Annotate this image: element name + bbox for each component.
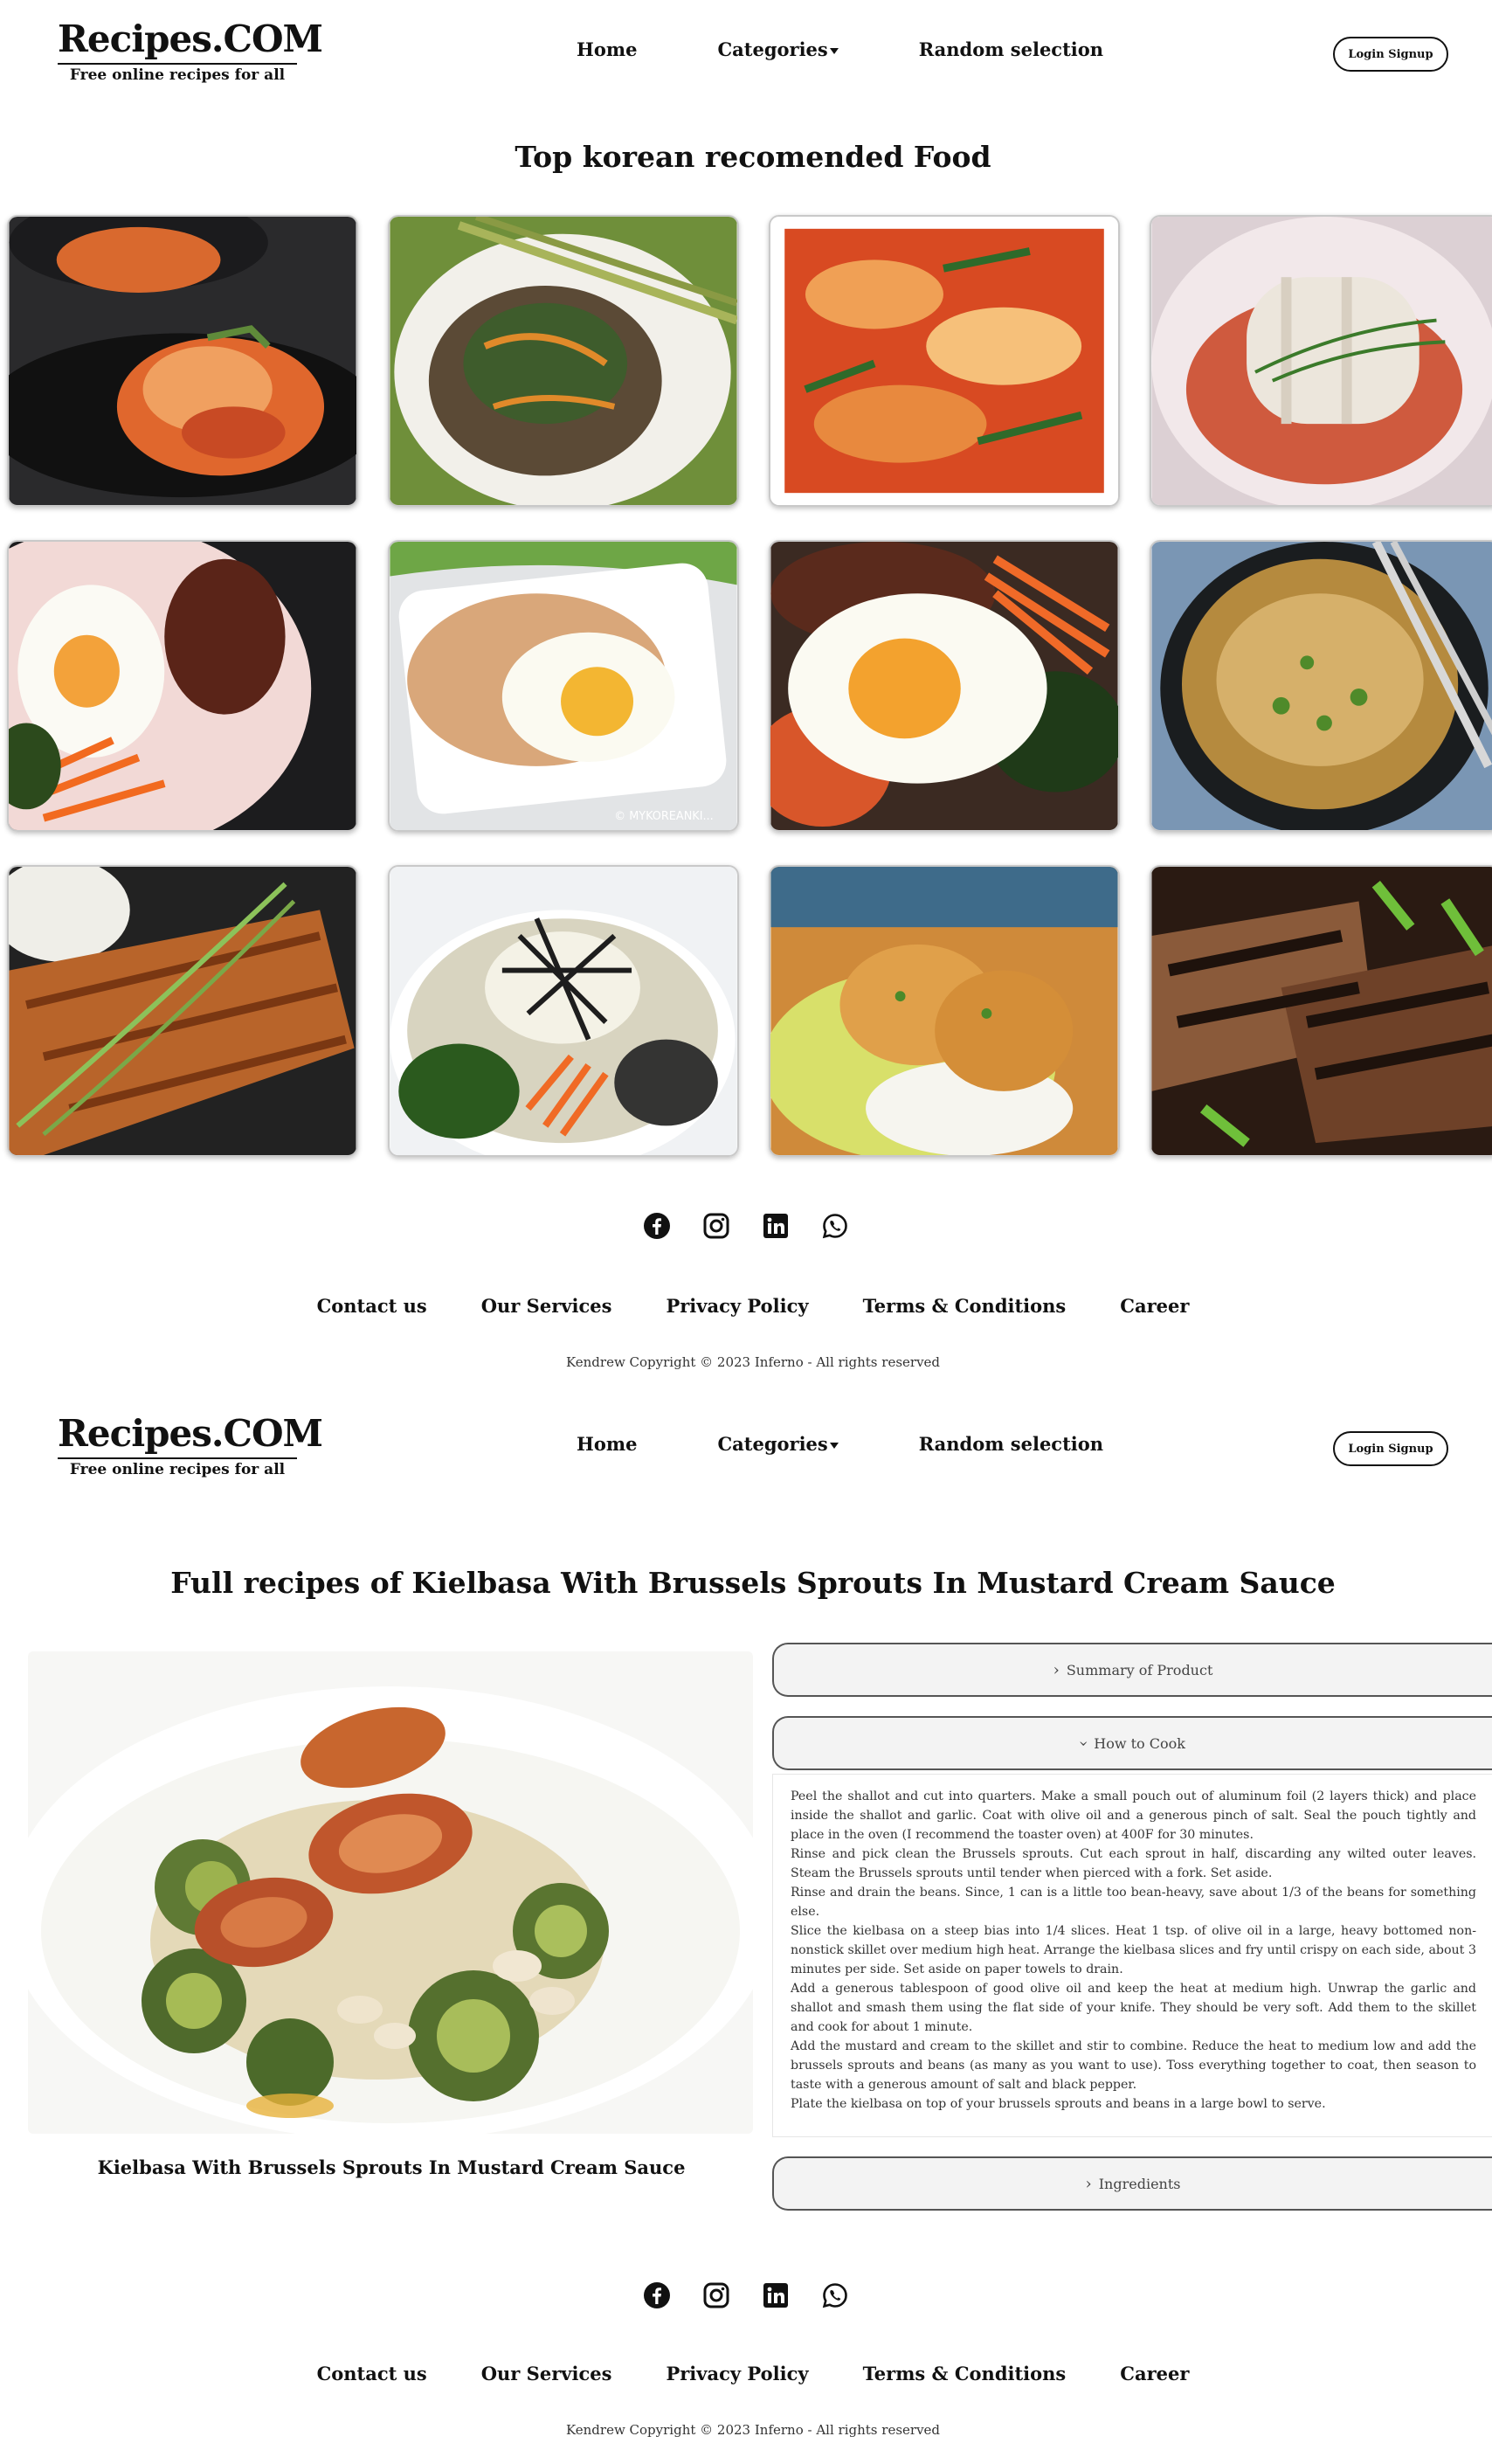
recipe-photo-caption: Kielbasa With Brussels Sprouts In Mustar…	[97, 2156, 686, 2178]
food-card-kimchi-closeup[interactable]	[769, 215, 1120, 507]
copyright: Kendrew Copyright © 2023 Inferno - All r…	[565, 2422, 941, 2438]
egg-rice-dish-icon: © MYKOREANKI...	[390, 542, 737, 830]
social-links	[0, 2281, 1492, 2310]
nav-categories-label: Categories	[717, 1433, 828, 1455]
caret-down-icon	[829, 48, 839, 54]
footer-our-services[interactable]: Our Services	[481, 2363, 612, 2384]
food-card-japchae-noodles[interactable]	[388, 215, 739, 507]
recipe-photo	[28, 1651, 753, 2134]
brand-tagline: Free online recipes for all	[69, 1461, 286, 1478]
food-card-bibimbap-egg[interactable]	[7, 540, 358, 832]
caret-down-icon	[829, 1443, 839, 1449]
footer-career[interactable]: Career	[1120, 2363, 1189, 2384]
home-heading: Top korean recomended Food	[515, 140, 991, 174]
copyright: Kendrew Copyright © 2023 Inferno - All r…	[565, 1354, 941, 1370]
instruction-step: Rinse and pick clean the Brussels sprout…	[791, 1847, 1476, 1880]
kimchi-closeup-icon	[770, 217, 1118, 505]
main-nav: Home Categories Random selection	[577, 38, 1103, 60]
how-to-cook-panel: Peel the shallot and cut into quarters. …	[772, 1774, 1492, 2137]
chevron-right-icon: ›	[1085, 2174, 1092, 2193]
facebook-icon[interactable]	[642, 2281, 672, 2310]
fried-chicken-rice-icon	[770, 867, 1118, 1155]
nav-home[interactable]: Home	[577, 38, 637, 60]
social-links	[0, 1211, 1492, 1241]
food-card-grilled-meat[interactable]	[1150, 865, 1492, 1157]
food-card-kimchi-plate[interactable]	[7, 215, 358, 507]
footer-privacy-policy[interactable]: Privacy Policy	[666, 1295, 808, 1317]
nav-random-selection[interactable]: Random selection	[919, 1433, 1103, 1455]
login-signup-button[interactable]: Login Signup	[1333, 1431, 1448, 1466]
food-card-fried-chicken-rice[interactable]	[769, 865, 1120, 1157]
brand-title[interactable]: Recipes.COM	[58, 17, 323, 65]
japchae-noodles-icon	[390, 217, 737, 505]
bibimbap-beef-egg-icon	[770, 542, 1118, 830]
brand-logo[interactable]: Recipes.COM Free online recipes for all	[58, 17, 323, 86]
accordion-how-to-cook[interactable]: › How to Cook	[772, 1716, 1492, 1770]
instruction-step: Rinse and drain the beans. Since, 1 can …	[791, 1886, 1476, 1919]
noodle-soup-bowl-icon	[1151, 542, 1492, 830]
nav-home[interactable]: Home	[577, 1433, 637, 1455]
food-card-bibimbap-beef-egg[interactable]	[769, 540, 1120, 832]
accordion-summary-label: Summary of Product	[1066, 1661, 1213, 1678]
accordion-ingredients[interactable]: › Ingredients	[772, 2156, 1492, 2211]
food-card-egg-rice-dish[interactable]: © MYKOREANKI...	[388, 540, 739, 832]
nav-categories[interactable]: Categories	[717, 1433, 839, 1455]
instruction-step: Peel the shallot and cut into quarters. …	[791, 1789, 1476, 1842]
photo-watermark: © MYKOREANKI...	[614, 810, 713, 823]
accordion-how-to-cook-label: How to Cook	[1094, 1734, 1185, 1752]
food-card-pork-cutlet[interactable]	[7, 865, 358, 1157]
bibimbap-egg-icon	[9, 542, 356, 830]
cooking-instructions: Peel the shallot and cut into quarters. …	[791, 1787, 1476, 2114]
instruction-step: Add a generous tablespoon of good olive …	[791, 1982, 1476, 2034]
instruction-step: Plate the kielbasa on top of your brusse…	[791, 2097, 1326, 2111]
food-card-bibimbap-seaweed[interactable]	[388, 865, 739, 1157]
brand-logo[interactable]: Recipes.COM Free online recipes for all	[58, 1412, 323, 1480]
accordion-summary[interactable]: › Summary of Product	[772, 1643, 1492, 1697]
whatsapp-icon[interactable]	[820, 1211, 850, 1241]
footer-links: Contact us Our Services Privacy Policy T…	[0, 1295, 1492, 1317]
kimchi-plate-icon	[9, 217, 356, 505]
kielbasa-dish-icon	[28, 1651, 753, 2134]
bibimbap-seaweed-icon	[390, 867, 737, 1155]
footer-our-services[interactable]: Our Services	[481, 1295, 612, 1317]
brand-tagline: Free online recipes for all	[69, 66, 286, 84]
instagram-icon[interactable]	[701, 1211, 731, 1241]
accordion-ingredients-label: Ingredients	[1098, 2175, 1181, 2192]
main-nav: Home Categories Random selection	[577, 1433, 1103, 1455]
site-header-recipe: Recipes.COM Free online recipes for all …	[0, 1395, 1492, 1508]
chevron-down-icon: ›	[1074, 1740, 1094, 1747]
nav-random-selection[interactable]: Random selection	[919, 38, 1103, 60]
linkedin-icon[interactable]	[761, 2281, 791, 2310]
food-card-cabbage-kimchi[interactable]	[1150, 215, 1492, 507]
instruction-step: Add the mustard and cream to the skillet…	[791, 2039, 1476, 2092]
pork-cutlet-icon	[9, 867, 356, 1155]
linkedin-icon[interactable]	[761, 1211, 791, 1241]
nav-categories[interactable]: Categories	[717, 38, 839, 60]
brand-title[interactable]: Recipes.COM	[58, 1412, 323, 1459]
site-header: Recipes.COM Free online recipes for all …	[0, 0, 1492, 114]
footer-links: Contact us Our Services Privacy Policy T…	[0, 2363, 1492, 2384]
instagram-icon[interactable]	[701, 2281, 731, 2310]
footer-contact-us[interactable]: Contact us	[317, 1295, 427, 1317]
chevron-right-icon: ›	[1053, 1660, 1060, 1679]
food-card-noodle-soup-bowl[interactable]	[1150, 540, 1492, 832]
footer-privacy-policy[interactable]: Privacy Policy	[666, 2363, 808, 2384]
cabbage-kimchi-icon	[1151, 217, 1492, 505]
footer-terms-conditions[interactable]: Terms & Conditions	[863, 2363, 1067, 2384]
instruction-step: Slice the kielbasa on a steep bias into …	[791, 1924, 1476, 1976]
whatsapp-icon[interactable]	[820, 2281, 850, 2310]
login-signup-button[interactable]: Login Signup	[1333, 37, 1448, 72]
footer-terms-conditions[interactable]: Terms & Conditions	[863, 1295, 1067, 1317]
grilled-meat-icon	[1151, 867, 1492, 1155]
footer-career[interactable]: Career	[1120, 1295, 1189, 1317]
facebook-icon[interactable]	[642, 1211, 672, 1241]
footer-contact-us[interactable]: Contact us	[317, 2363, 427, 2384]
nav-categories-label: Categories	[717, 38, 828, 60]
recipe-heading: Full recipes of Kielbasa With Brussels S…	[170, 1566, 1336, 1600]
